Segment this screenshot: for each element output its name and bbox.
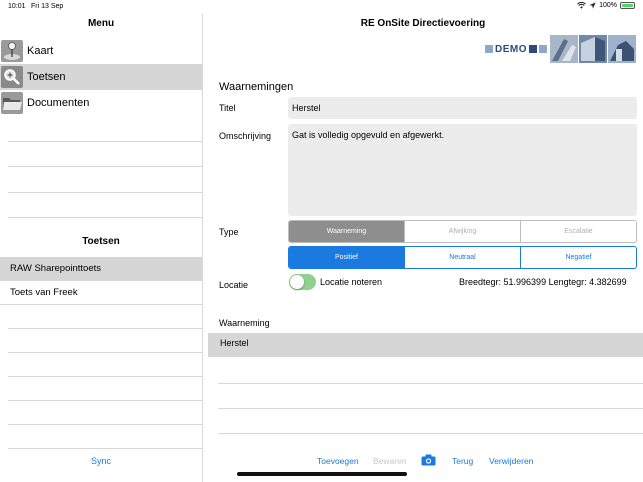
bottom-toolbar: Toevoegen Bewaren Terug Verwijderen — [203, 452, 643, 470]
titel-label: Titel — [219, 103, 236, 113]
waarneming-row[interactable]: Herstel — [208, 333, 643, 357]
type-label: Type — [219, 227, 239, 237]
menu-empty-row — [8, 116, 202, 142]
sidebar: Menu Kaart Toetsen Documenten Toetsen RA… — [0, 14, 202, 482]
sidebar-divider — [202, 14, 203, 482]
back-button[interactable]: Terug — [452, 456, 473, 466]
location-arrow-icon — [589, 2, 596, 9]
logo-buildings-image — [550, 35, 636, 63]
waarneming-label: Waarneming — [219, 318, 270, 328]
toets-item[interactable]: RAW Sharepointtoets — [0, 257, 202, 281]
locatie-toggle[interactable] — [289, 274, 316, 290]
sidebar-item-label: Toetsen — [27, 71, 66, 83]
status-indicators: 100% — [577, 2, 635, 9]
menu-list: Kaart Toetsen Documenten — [0, 38, 202, 218]
menu-empty-row — [8, 193, 202, 218]
omschrijving-field[interactable]: Gat is volledig opgevuld en afgewerkt. — [288, 124, 637, 216]
search-icon — [1, 66, 23, 88]
sidebar-item-label: Documenten — [27, 97, 90, 109]
titel-field[interactable]: Herstel — [288, 97, 637, 119]
page-title: RE OnSite Directievoering — [360, 18, 486, 29]
locatie-toggle-label: Locatie noteren — [320, 277, 383, 287]
waarneming-empty-row — [218, 433, 643, 434]
add-button[interactable]: Toevoegen — [317, 456, 359, 466]
waarneming-empty-row — [218, 408, 643, 409]
sidebar-title: Menu — [87, 18, 115, 29]
sidebar-item-documenten[interactable]: Documenten — [0, 90, 202, 116]
home-indicator — [237, 472, 407, 476]
type-segmented-control: Waarneming Afwijking Escalatie — [288, 220, 637, 243]
logo-demo: DEMO — [485, 44, 547, 55]
sync-button[interactable]: Sync — [0, 456, 202, 466]
save-button[interactable]: Bewaren — [373, 456, 407, 466]
map-pin-icon — [1, 40, 23, 62]
toets-empty-row — [8, 305, 202, 329]
status-time: 10:01 — [8, 3, 26, 10]
polarity-option-neutraal[interactable]: Neutraal — [404, 247, 520, 268]
toets-empty-row — [8, 353, 202, 377]
polarity-segmented-control: Positief Neutraal Negatief — [288, 246, 637, 269]
menu-empty-row — [8, 142, 202, 167]
toets-empty-row — [8, 329, 202, 353]
menu-empty-row — [8, 167, 202, 193]
coordinates-readout: Breedtegr: 51.996399 Lengtegr: 4.382699 — [459, 277, 627, 287]
toetsen-title: Toetsen — [82, 236, 120, 247]
type-option-waarneming[interactable]: Waarneming — [289, 221, 404, 242]
polarity-option-positief[interactable]: Positief — [289, 247, 404, 268]
camera-icon[interactable] — [421, 454, 436, 468]
delete-button[interactable]: Verwijderen — [489, 456, 533, 466]
folder-icon — [1, 92, 23, 114]
section-title: Waarnemingen — [219, 81, 294, 93]
battery-icon — [620, 2, 635, 9]
toets-item[interactable]: Toets van Freek — [0, 281, 202, 305]
battery-percent: 100% — [599, 2, 617, 9]
sidebar-item-toetsen[interactable]: Toetsen — [0, 64, 202, 90]
waarneming-empty-row — [218, 383, 643, 384]
toets-empty-row — [8, 377, 202, 401]
sidebar-item-kaart[interactable]: Kaart — [0, 38, 202, 64]
locatie-label: Locatie — [219, 280, 249, 290]
logo-text: DEMO — [495, 43, 527, 55]
polarity-option-negatief[interactable]: Negatief — [520, 247, 636, 268]
type-option-escalatie[interactable]: Escalatie — [520, 221, 636, 242]
status-bar: 10:01 Fri 13 Sep 100% — [0, 0, 643, 14]
status-date: Fri 13 Sep — [31, 3, 64, 10]
type-option-afwijking[interactable]: Afwijking — [404, 221, 520, 242]
wifi-icon — [577, 2, 586, 9]
sidebar-item-label: Kaart — [27, 45, 54, 57]
toets-list: RAW Sharepointtoets Toets van Freek — [0, 257, 202, 449]
omschrijving-label: Omschrijving — [219, 131, 272, 141]
company-logo: DEMO — [485, 35, 643, 63]
toets-empty-row — [8, 401, 202, 425]
toets-empty-row — [8, 425, 202, 449]
